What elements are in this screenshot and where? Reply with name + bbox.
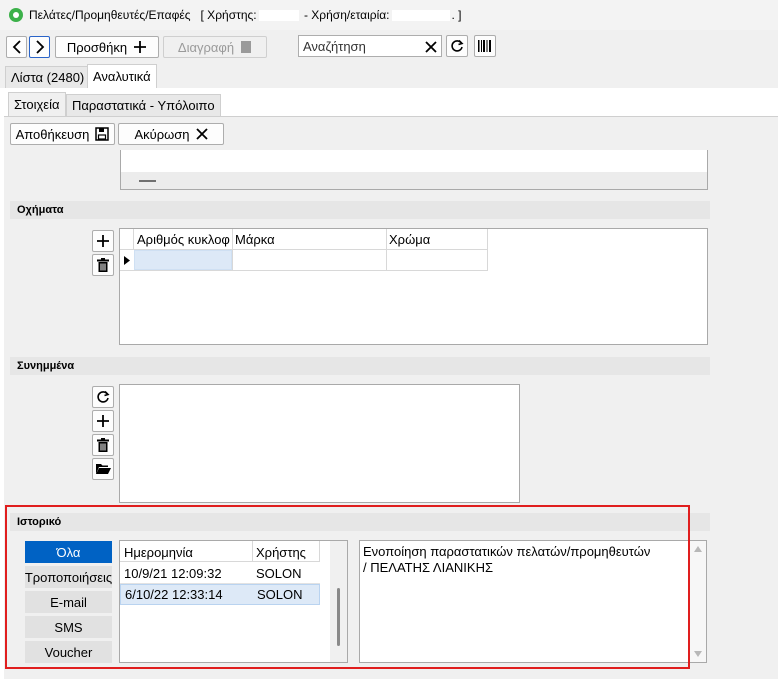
divider <box>487 250 488 271</box>
add-vehicle-button[interactable] <box>92 230 114 252</box>
barcode-button[interactable] <box>474 35 496 57</box>
scroll-down-icon[interactable] <box>694 651 702 657</box>
refresh-icon <box>97 390 110 403</box>
chevron-left-icon <box>12 40 21 54</box>
vehicles-section-header: Οχήματα <box>10 201 710 219</box>
plate-cell[interactable] <box>134 250 232 270</box>
column-header-plate[interactable]: Αριθμός κυκλοφ <box>134 232 232 247</box>
trash-icon <box>241 41 252 53</box>
redacted-company <box>391 10 450 22</box>
vehicles-new-row[interactable] <box>120 250 488 271</box>
folder-open-icon <box>95 464 111 474</box>
row-header-cell <box>120 229 134 250</box>
history-detail-scrollbar[interactable] <box>690 541 706 662</box>
attachments-section-header: Συνημμένα <box>10 357 710 375</box>
window-title-text: Πελάτες/Προμηθευτές/Επαφές <box>29 8 191 22</box>
back-button[interactable] <box>6 36 27 58</box>
user-label: [ Χρήστης: <box>200 8 257 22</box>
history-highlight-frame <box>5 505 690 669</box>
vehicles-title: Οχήματα <box>17 204 64 216</box>
open-attachment-button[interactable] <box>92 458 114 480</box>
column-header-brand[interactable]: Μάρκα <box>232 232 386 247</box>
plus-icon <box>134 41 147 53</box>
attachments-list[interactable] <box>119 384 520 503</box>
title-end: . ] <box>451 8 462 22</box>
divider <box>386 250 387 271</box>
save-button-label: Αποθήκευση <box>15 126 90 142</box>
add-attachment-button[interactable] <box>92 410 114 432</box>
add-button[interactable]: Προσθήκη <box>55 36 159 58</box>
chevron-right-icon <box>35 40 44 54</box>
tab-list[interactable]: Λίστα (2480) <box>5 66 91 88</box>
barcode-icon <box>478 40 491 52</box>
column-header-color[interactable]: Χρώμα <box>386 232 486 247</box>
plus-icon <box>97 415 109 427</box>
refresh-attachments-button[interactable] <box>92 386 114 408</box>
refresh-icon <box>451 39 464 52</box>
save-button[interactable]: Αποθήκευση <box>10 123 115 145</box>
cancel-button-label: Ακύρωση <box>134 126 190 142</box>
tab-documents-balance-label: Παραστατικά - Υπόλοιπο <box>72 98 215 113</box>
tab-info[interactable]: Στοιχεία <box>8 92 66 116</box>
tab-documents-balance[interactable]: Παραστατικά - Υπόλοιπο <box>66 94 221 116</box>
title-bar: Πελάτες/Προμηθευτές/Επαφές [ Χρήστης: - … <box>0 0 778 30</box>
delete-vehicle-button[interactable] <box>92 254 114 276</box>
vehicles-grid[interactable]: Αριθμός κυκλοφ Μάρκα Χρώμα <box>119 228 708 345</box>
add-button-label: Προσθήκη <box>66 39 128 55</box>
clear-search-button[interactable] <box>422 38 440 56</box>
trash-icon <box>97 258 109 272</box>
tab-list-label: Λίστα (2480) <box>11 70 85 85</box>
tab-info-label: Στοιχεία <box>14 97 60 112</box>
tab-details[interactable]: Αναλυτικά <box>87 64 157 88</box>
divider <box>232 250 233 271</box>
vehicles-grid-header: Αριθμός κυκλοφ Μάρκα Χρώμα <box>120 229 488 250</box>
close-icon <box>195 128 208 140</box>
scroll-up-icon[interactable] <box>694 546 702 552</box>
delete-attachment-button[interactable] <box>92 434 114 456</box>
refresh-button[interactable] <box>446 35 468 57</box>
minus-icon <box>139 180 156 182</box>
company-label: - Χρήση/εταιρία: <box>303 8 390 22</box>
previous-section-footer <box>121 172 707 189</box>
forward-button[interactable] <box>29 36 50 58</box>
previous-section-box <box>120 150 708 190</box>
window-title: Πελάτες/Προμηθευτές/Επαφές [ Χρήστης: - … <box>29 8 462 22</box>
attachments-title: Συνημμένα <box>17 360 75 372</box>
close-icon <box>425 41 437 53</box>
tab-details-label: Αναλυτικά <box>93 69 151 84</box>
delete-button[interactable]: Διαγραφή <box>163 36 267 58</box>
cancel-button[interactable]: Ακύρωση <box>118 123 224 145</box>
delete-button-label: Διαγραφή <box>177 39 235 55</box>
trash-icon <box>97 438 109 452</box>
search-input[interactable] <box>298 35 442 57</box>
app-icon <box>9 8 23 22</box>
divider <box>487 229 488 250</box>
plus-icon <box>97 235 109 247</box>
row-pointer-icon <box>124 256 130 265</box>
redacted-user <box>258 10 299 22</box>
floppy-disk-icon <box>95 127 110 141</box>
